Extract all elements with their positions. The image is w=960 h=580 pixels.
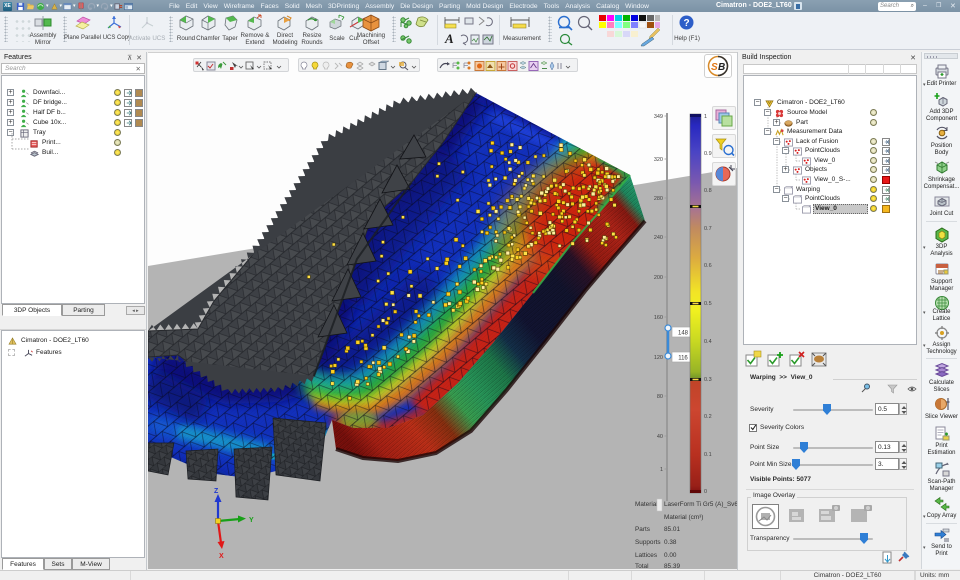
svg-text:80: 80: [657, 394, 663, 400]
svg-text:0.2: 0.2: [704, 414, 712, 420]
svg-text:Z: Z: [214, 488, 219, 495]
svg-text:X: X: [219, 553, 224, 560]
svg-text:0.5: 0.5: [704, 301, 712, 307]
svg-text:85.01: 85.01: [664, 526, 680, 533]
svg-text:0.3: 0.3: [704, 377, 712, 383]
svg-text:Supports: Supports: [635, 539, 661, 546]
svg-text:0.7: 0.7: [704, 226, 712, 232]
svg-text:200: 200: [654, 275, 663, 281]
svg-text:1: 1: [704, 114, 707, 120]
svg-text:349: 349: [654, 114, 663, 120]
svg-text:0.00: 0.00: [664, 552, 677, 559]
svg-text:0.6: 0.6: [704, 263, 712, 269]
svg-text:Total: Total: [635, 563, 649, 569]
svg-text:0.1: 0.1: [704, 452, 712, 458]
svg-text:85.39: 85.39: [664, 563, 680, 569]
svg-text:LaserForm Ti Gr5 (A)_Sv6: LaserForm Ti Gr5 (A)_Sv6: [664, 501, 737, 508]
svg-text:S: S: [711, 62, 718, 73]
svg-text:Parts: Parts: [635, 526, 650, 533]
svg-text:A: A: [444, 31, 454, 46]
svg-text:B: B: [718, 62, 725, 73]
svg-text:0.38: 0.38: [664, 539, 677, 546]
svg-text:148: 148: [678, 331, 689, 337]
svg-text:116: 116: [678, 356, 688, 362]
svg-text:240: 240: [654, 235, 663, 241]
svg-text:1: 1: [660, 467, 663, 473]
svg-text:160: 160: [654, 315, 663, 321]
svg-text:Y: Y: [249, 517, 254, 524]
svg-text:280: 280: [654, 196, 663, 202]
svg-text:120: 120: [654, 355, 663, 361]
svg-text:0.8: 0.8: [704, 188, 712, 194]
svg-text:0: 0: [704, 489, 707, 495]
svg-text:Material (cm³): Material (cm³): [664, 514, 703, 521]
svg-text:0.9: 0.9: [704, 151, 712, 157]
svg-text:?: ?: [683, 18, 689, 29]
svg-text:320: 320: [654, 157, 663, 163]
svg-text:Lattices: Lattices: [635, 552, 657, 559]
svg-text:0.4: 0.4: [704, 339, 712, 345]
svg-text:40: 40: [657, 434, 663, 440]
